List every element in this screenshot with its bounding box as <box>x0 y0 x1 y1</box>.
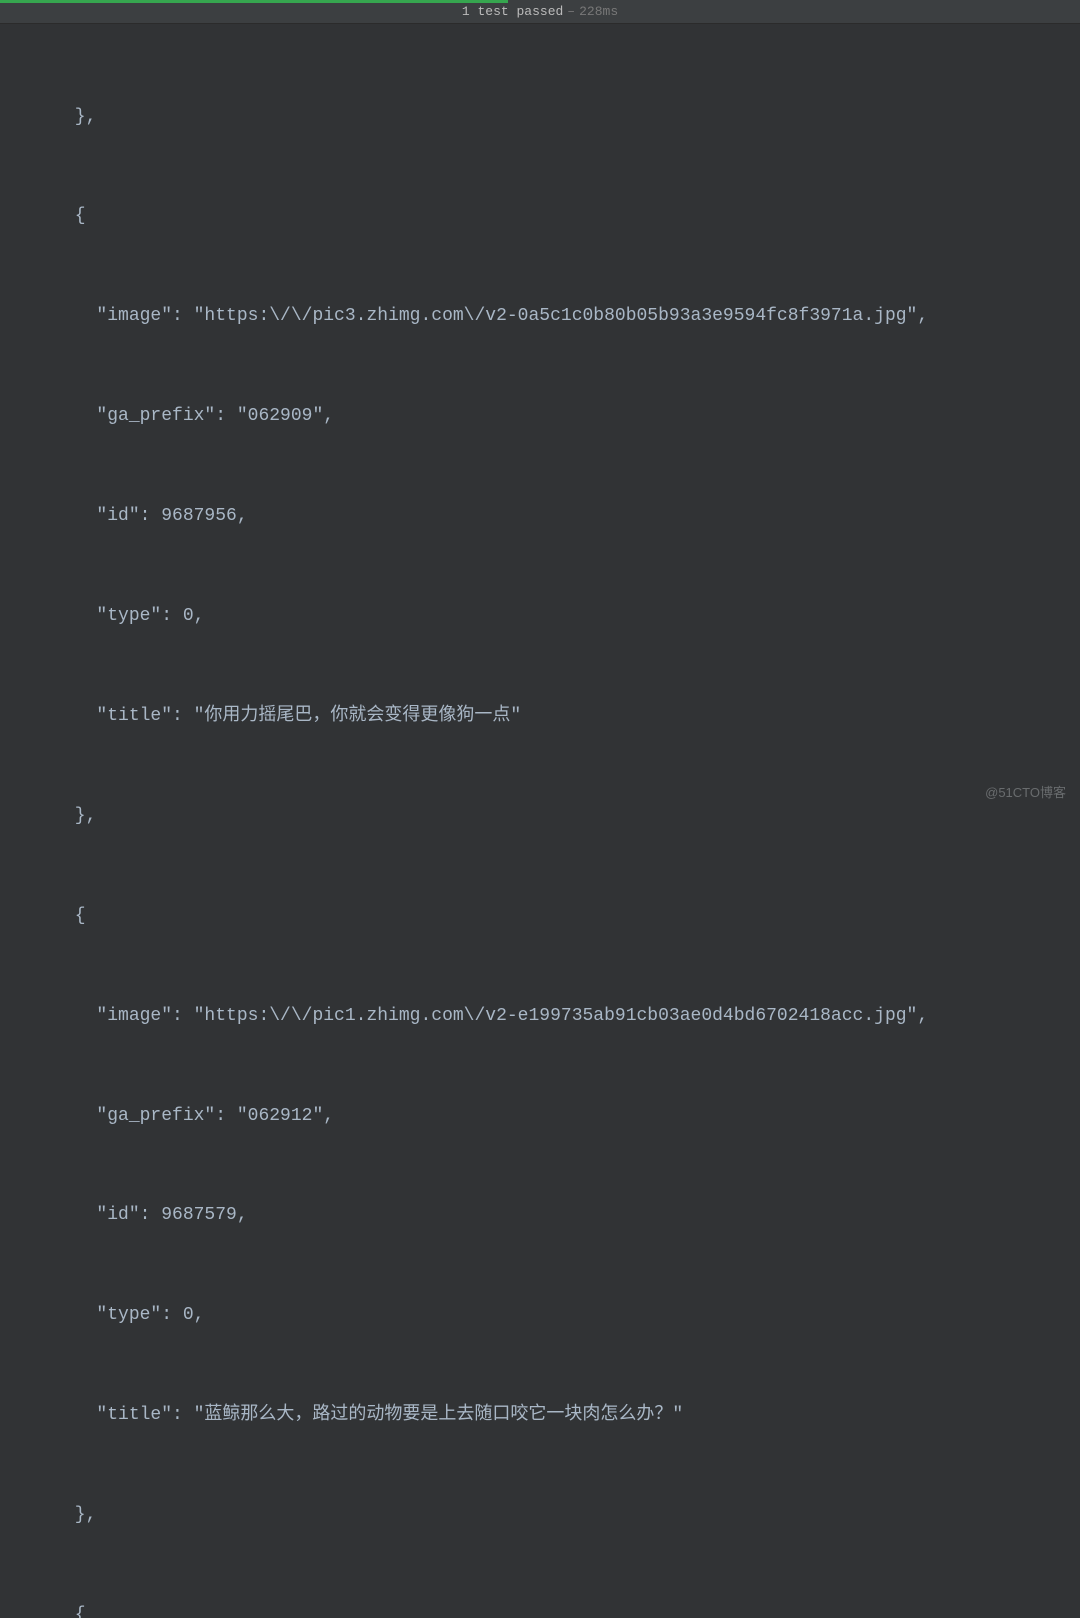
code-line: "ga_prefix": "062909", <box>0 400 1080 433</box>
code-line: "id": 9687579, <box>0 1199 1080 1232</box>
progress-bar <box>0 0 508 3</box>
code-line: }, <box>0 800 1080 833</box>
code-line: }, <box>0 101 1080 134</box>
code-line: "id": 9687956, <box>0 500 1080 533</box>
code-line: { <box>0 900 1080 933</box>
code-line: "title": "你用力摇尾巴，你就会变得更像狗一点" <box>0 700 1080 733</box>
code-line: { <box>0 200 1080 233</box>
code-line: }, <box>0 1499 1080 1532</box>
test-status-bar: 1 test passed – 228ms <box>0 0 1080 24</box>
test-duration-separator: – <box>567 4 575 19</box>
test-duration: 228ms <box>579 4 618 19</box>
code-line: "image": "https:\/\/pic1.zhimg.com\/v2-e… <box>0 1000 1080 1033</box>
code-line: "title": "蓝鲸那么大，路过的动物要是上去随口咬它一块肉怎么办？" <box>0 1399 1080 1432</box>
code-line: "image": "https:\/\/pic3.zhimg.com\/v2-0… <box>0 300 1080 333</box>
test-status: 1 test passed – 228ms <box>462 4 618 19</box>
code-line: "ga_prefix": "062912", <box>0 1100 1080 1133</box>
test-result-text: 1 test passed <box>462 4 563 19</box>
code-line: "type": 0, <box>0 600 1080 633</box>
console-output[interactable]: }, { "image": "https:\/\/pic3.zhimg.com\… <box>0 24 1080 1618</box>
code-line: "type": 0, <box>0 1299 1080 1332</box>
watermark: @51CTO博客 <box>985 782 1066 801</box>
code-line: { <box>0 1599 1080 1618</box>
